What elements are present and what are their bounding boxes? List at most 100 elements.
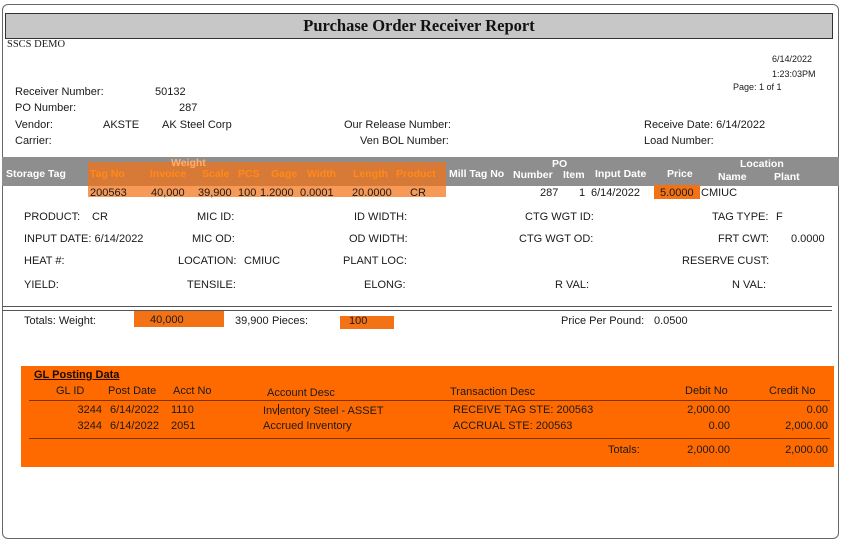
- detail-product-label: PRODUCT:: [24, 211, 81, 223]
- detail-tag-type-value: F: [776, 211, 783, 223]
- detail-mic-id-label: MIC ID:: [197, 211, 235, 223]
- report-title: Purchase Order Receiver Report: [303, 16, 535, 35]
- carrier-label: Carrier:: [15, 135, 52, 147]
- totals-pieces-value: 100: [349, 315, 368, 327]
- po-number-label: PO Number:: [15, 102, 77, 114]
- col-location-group: Location: [740, 158, 784, 170]
- gl-header-acct-no: Acct No: [173, 385, 212, 397]
- row-scale: 39,900: [198, 187, 232, 199]
- gl-header-transaction-desc: Transaction Desc: [450, 386, 536, 398]
- receiver-number-value: 50132: [155, 86, 186, 98]
- col-pcs: PCS: [238, 168, 260, 180]
- gl-row-debit: 0.00: [708, 420, 730, 432]
- load-number-label: Load Number:: [644, 135, 714, 147]
- gl-row-acct-no: 1110: [171, 404, 194, 416]
- gl-header-credit: Credit No: [769, 385, 816, 397]
- detail-product-value: CR: [92, 211, 108, 223]
- vendor-code: AKSTE: [103, 119, 140, 131]
- detail-tensile-label: TENSILE:: [187, 279, 236, 291]
- row-location: CMIUC: [701, 187, 738, 199]
- detail-id-width-label: ID WIDTH:: [354, 211, 408, 223]
- gl-totals-divider: [29, 438, 830, 439]
- detail-frt-cwt-label: FRT CWT:: [718, 233, 769, 245]
- section-divider-top: [2, 306, 832, 307]
- totals-pieces-label: Pieces:: [272, 315, 309, 327]
- gl-header-divider: [29, 400, 830, 401]
- col-mill-tag: Mill Tag No: [449, 168, 505, 180]
- detail-location-label: LOCATION:: [178, 255, 237, 267]
- company-name: SSCS DEMO: [7, 39, 66, 50]
- price-per-pound-value: 0.0500: [654, 315, 688, 327]
- gl-row-id: 3244: [77, 420, 102, 432]
- col-product: Product: [396, 168, 436, 180]
- vendor-name: AK Steel Corp: [162, 119, 232, 131]
- col-storage-tag: Storage Tag: [6, 168, 66, 180]
- col-width: Width: [307, 168, 337, 180]
- col-gage: Gage: [271, 168, 298, 180]
- detail-ctg-wgt-od-label: CTG WGT OD:: [519, 233, 594, 245]
- section-divider-bottom: [2, 310, 832, 311]
- detail-location-value: CMIUC: [244, 255, 281, 267]
- detail-ctg-wgt-id-label: CTG WGT ID:: [525, 211, 594, 223]
- gl-header-id: GL ID: [56, 385, 85, 397]
- col-scale: Scale: [202, 168, 230, 180]
- col-name: Name: [718, 171, 747, 183]
- detail-yield-label: YIELD:: [24, 279, 59, 291]
- detail-rval-label: R VAL:: [555, 279, 590, 291]
- gl-row-id: 3244: [77, 404, 102, 416]
- gl-row-post-date: 6/14/2022: [110, 404, 159, 416]
- row-pcs: 100: [238, 187, 257, 199]
- gl-row-transaction-desc: ACCRUAL STE: 200563: [453, 420, 573, 432]
- gl-row-credit: 2,000.00: [785, 420, 828, 432]
- row-tag-no: 200563: [90, 187, 127, 199]
- page-number: Page: 1 of 1: [733, 82, 782, 92]
- row-po-number: 287: [540, 187, 559, 199]
- detail-input-date: INPUT DATE: 6/14/2022: [24, 233, 144, 245]
- price-per-pound-label: Price Per Pound:: [561, 315, 645, 327]
- row-product: CR: [410, 187, 426, 199]
- detail-nval-label: N VAL:: [732, 279, 767, 291]
- gl-total-debit: 2,000.00: [687, 444, 730, 456]
- row-price: 5.0000: [660, 187, 694, 199]
- totals-weight-value: 40,000: [150, 314, 184, 326]
- gl-header-debit: Debit No: [685, 385, 728, 397]
- col-number: Number: [513, 169, 553, 181]
- col-input-date: Input Date: [595, 168, 647, 180]
- row-item: 1: [579, 187, 586, 199]
- gl-header-account-desc: Account Desc: [267, 387, 335, 399]
- gl-row-post-date: 6/14/2022: [110, 420, 159, 432]
- row-input-date: 6/14/2022: [591, 187, 640, 199]
- row-invoice: 40,000: [151, 187, 185, 199]
- ven-bol-label: Ven BOL Number:: [360, 135, 449, 147]
- col-price: Price: [667, 168, 693, 180]
- report-time: 1:23:03PM: [772, 69, 816, 79]
- col-invoice: Invoice: [150, 168, 187, 180]
- row-width: 0.0001: [300, 187, 334, 199]
- col-tag-no: Tag No: [90, 168, 125, 180]
- report-date: 6/14/2022: [772, 54, 813, 64]
- col-item: Item: [563, 169, 585, 181]
- text-cursor: [277, 404, 279, 415]
- totals-weight-label: Totals: Weight:: [24, 315, 96, 327]
- release-number-label: Our Release Number:: [344, 119, 451, 131]
- col-plant: Plant: [774, 171, 800, 183]
- gl-row-account-desc: Inv entory Steel - ASSET: [263, 404, 384, 417]
- detail-reserve-cust-label: RESERVE CUST:: [682, 255, 770, 267]
- row-length: 20.0000: [352, 187, 392, 199]
- detail-elong-label: ELONG:: [364, 279, 406, 291]
- detail-mic-od-label: MIC OD:: [192, 233, 235, 245]
- report-title-bar: Purchase Order Receiver Report: [5, 13, 833, 39]
- gl-row-credit: 0.00: [806, 404, 828, 416]
- detail-frt-cwt-value: 0.0000: [791, 233, 825, 245]
- gl-header-post-date: Post Date: [108, 385, 157, 397]
- col-length: Length: [353, 168, 388, 180]
- gl-row-acct-no: 2051: [171, 420, 196, 432]
- po-number-value: 287: [179, 102, 198, 114]
- detail-tag-type-label: TAG TYPE:: [712, 211, 769, 223]
- receive-date: Receive Date: 6/14/2022: [644, 119, 766, 131]
- vendor-label: Vendor:: [15, 119, 53, 131]
- row-gage: 1.2000: [260, 187, 294, 199]
- detail-heat-label: HEAT #:: [24, 255, 65, 267]
- detail-od-width-label: OD WIDTH:: [349, 233, 408, 245]
- gl-row-debit: 2,000.00: [687, 404, 730, 416]
